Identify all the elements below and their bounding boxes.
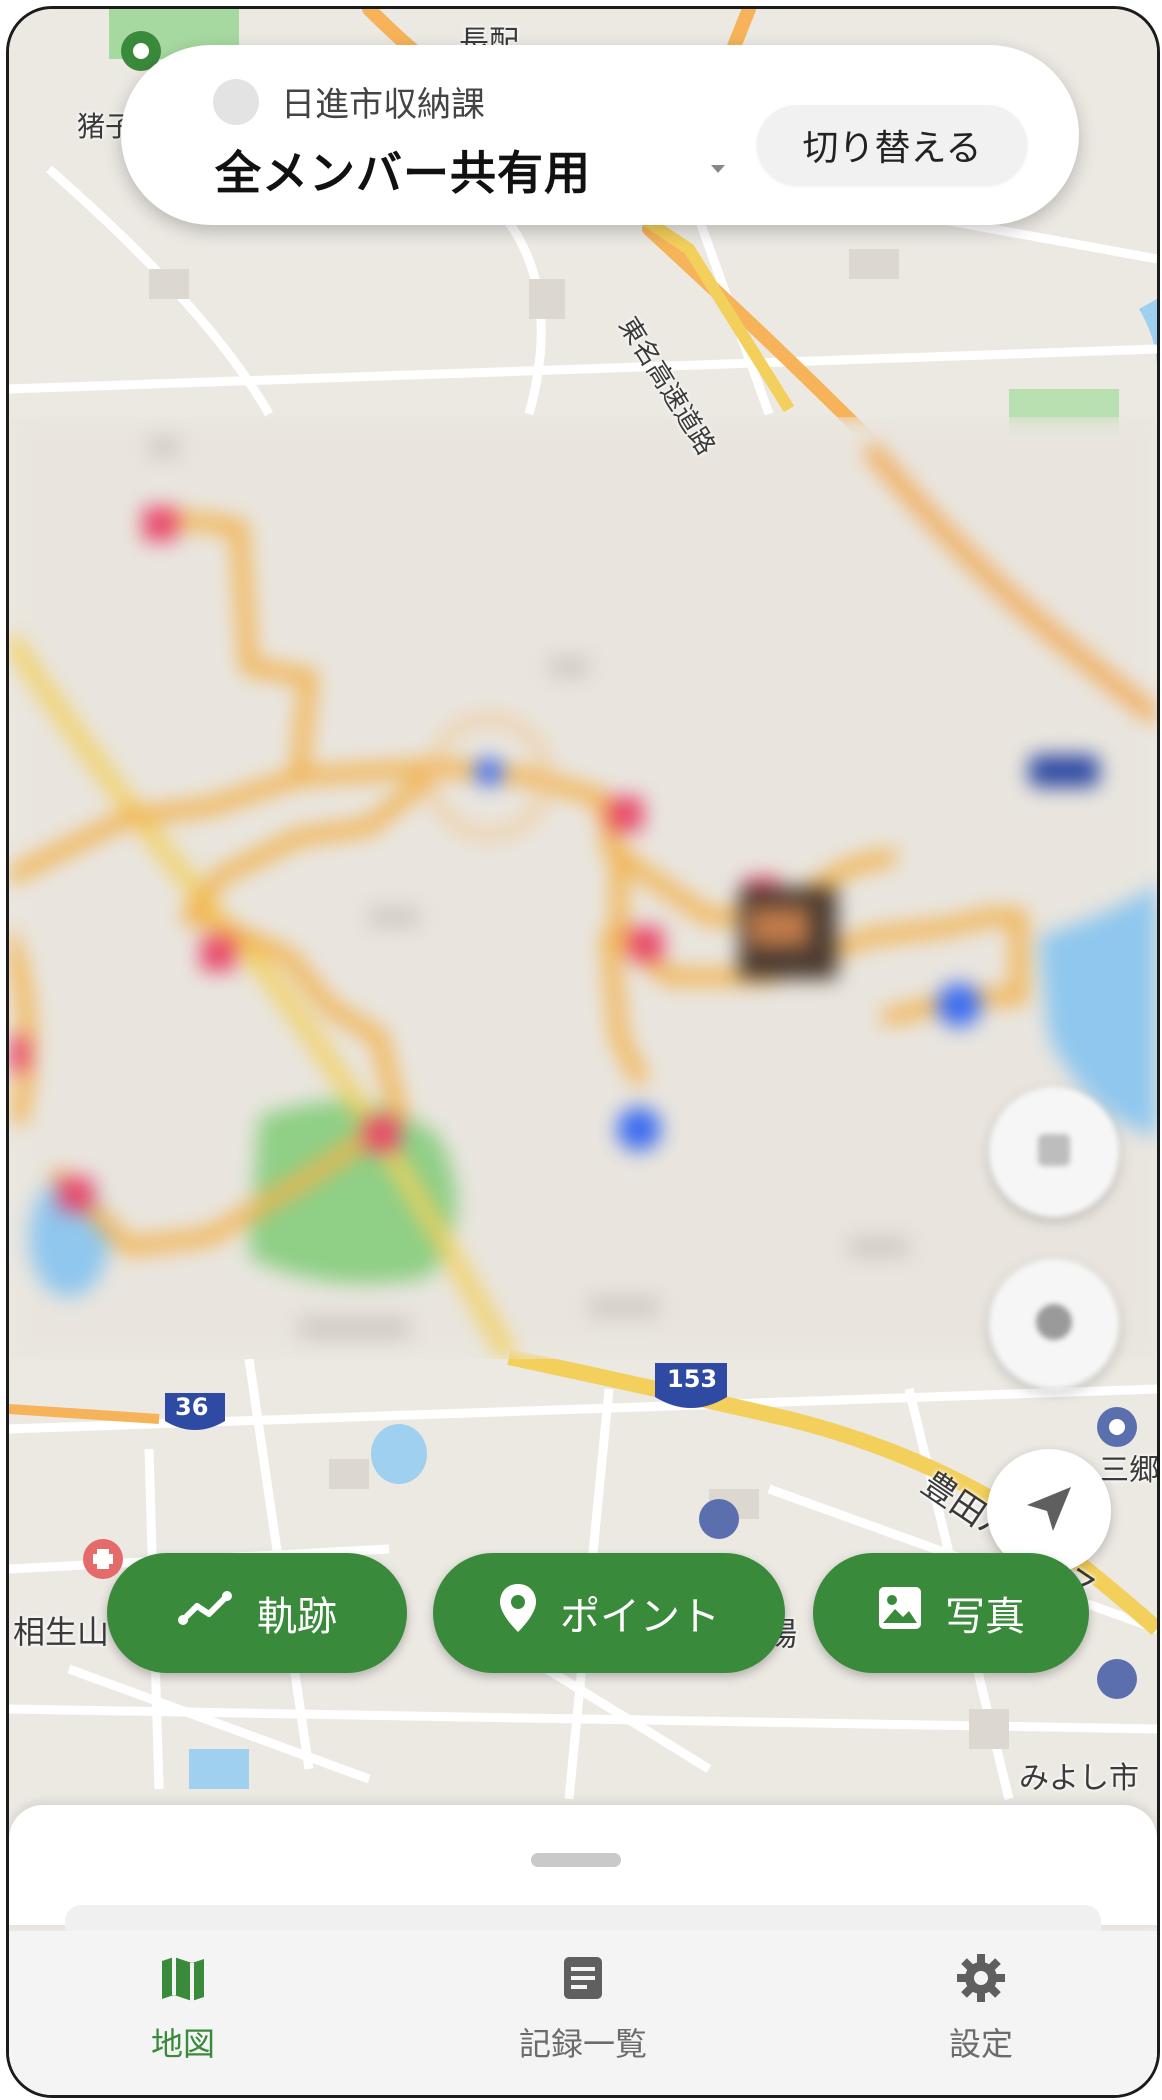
nav-item-records[interactable]: 記録一覧 [463, 1951, 703, 2091]
group-selector-card[interactable]: 日進市収納課 全メンバー共有用 切り替える [121, 45, 1079, 225]
map-icon [156, 1951, 210, 2009]
bottom-navigation: 地図 記録一覧 設定 [9, 1931, 1157, 2095]
blurred-map-layer [9, 417, 1157, 1359]
phone-frame: 長配 猪子 東名高速道路 36 153 豊田バイパス 相生山 みよし市 三郷 場… [6, 6, 1160, 2098]
filter-chip-photo[interactable]: 写真 [813, 1553, 1089, 1673]
nav-label-records: 記録一覧 [518, 2025, 647, 2063]
map-label-aioi: 相生山 [13, 1613, 110, 1651]
nav-label-map: 地図 [150, 2025, 215, 2063]
filter-chip-point[interactable]: ポイント [433, 1553, 785, 1673]
route-marker-153: 153 [667, 1365, 718, 1393]
map-label-miyoshi: みよし市 [1019, 1761, 1139, 1796]
track-line-icon [177, 1588, 235, 1638]
dropdown-caret-icon[interactable] [711, 165, 725, 173]
gear-icon [954, 1951, 1008, 2009]
nav-item-settings[interactable]: 設定 [861, 1951, 1101, 2091]
sheet-drag-handle[interactable] [531, 1853, 621, 1867]
list-document-icon [556, 1951, 610, 2009]
blurred-track-area [9, 417, 1157, 1359]
navigation-arrow-icon [1021, 1481, 1077, 1541]
nav-item-map[interactable]: 地図 [63, 1951, 303, 2091]
map-view[interactable]: 長配 猪子 東名高速道路 36 153 豊田バイパス 相生山 みよし市 三郷 場 [9, 9, 1157, 2095]
bottom-sheet[interactable] [9, 1805, 1157, 1935]
layers-button[interactable] [989, 1087, 1119, 1217]
map-label-sango: 三郷 [1099, 1453, 1157, 1488]
nav-label-settings: 設定 [948, 2025, 1013, 2063]
compass-icon [1028, 1296, 1080, 1352]
layers-icon [1028, 1124, 1080, 1180]
filter-chip-label: 写真 [945, 1594, 1025, 1640]
switch-group-button[interactable]: 切り替える [757, 105, 1027, 185]
organization-avatar [213, 79, 259, 125]
filter-chip-track[interactable]: 軌跡 [107, 1553, 407, 1673]
location-pin-icon [498, 1582, 538, 1644]
filter-chip-label: ポイント [560, 1594, 720, 1640]
organization-name: 日進市収納課 [281, 85, 485, 125]
compass-button[interactable] [989, 1259, 1119, 1389]
route-marker-36: 36 [175, 1393, 209, 1421]
image-icon [877, 1585, 923, 1641]
group-name[interactable]: 全メンバー共有用 [215, 137, 591, 203]
filter-chip-label: 軌跡 [257, 1594, 337, 1640]
